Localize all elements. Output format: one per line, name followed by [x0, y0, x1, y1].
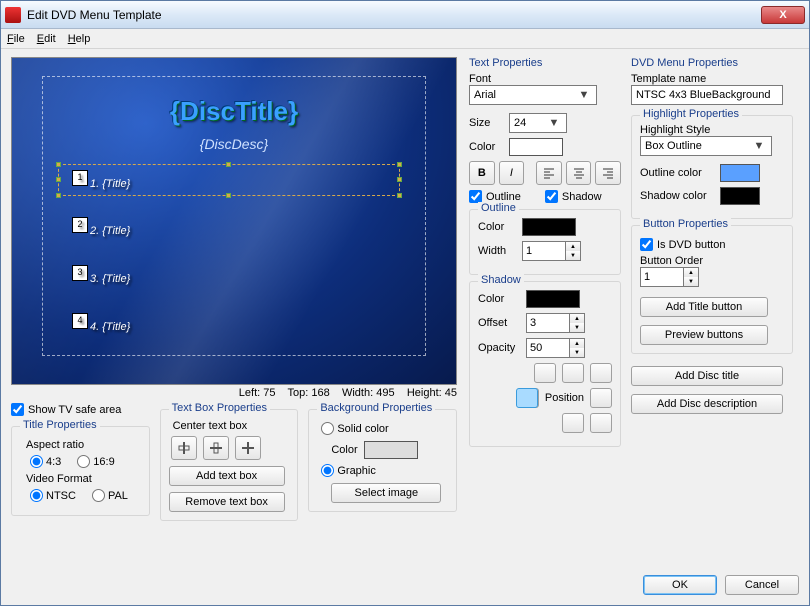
center-h-button[interactable] — [171, 436, 197, 460]
title-item-2[interactable]: 22. {Title} — [72, 217, 130, 239]
preview-canvas[interactable]: {DiscTitle} {DiscDesc} 11. {Title}1. {Ti… — [11, 57, 457, 385]
bold-button[interactable]: B — [469, 161, 495, 185]
bg-solid-radio[interactable]: Solid color — [321, 422, 448, 435]
preview-buttons-button[interactable]: Preview buttons — [640, 325, 768, 345]
pos-tc[interactable] — [562, 363, 584, 383]
size-combo[interactable]: 24▼ — [509, 113, 567, 133]
button-order-spinner[interactable]: ▲▼ — [640, 267, 784, 287]
align-left-button[interactable] — [536, 161, 562, 185]
window: Edit DVD Menu Template X File Edit Help … — [0, 0, 810, 606]
select-image-button[interactable]: Select image — [331, 483, 441, 503]
disc-title[interactable]: {DiscTitle} — [170, 96, 298, 127]
aspect-43-radio[interactable]: 4:3 — [30, 455, 61, 468]
font-combo[interactable]: Arial▼ — [469, 85, 597, 105]
outline-color-swatch[interactable] — [522, 218, 576, 236]
title-item-4[interactable]: 44. {Title} — [72, 313, 130, 335]
bg-graphic-radio[interactable]: Graphic — [321, 464, 448, 477]
highlight-style-combo[interactable]: Box Outline▼ — [640, 136, 772, 156]
title-properties-legend: Title Properties — [20, 419, 100, 431]
title-item-1[interactable]: 11. {Title}1. {Title} — [72, 170, 130, 192]
align-center-button[interactable] — [566, 161, 592, 185]
align-right-button[interactable] — [595, 161, 621, 185]
title-item-3[interactable]: 33. {Title} — [72, 265, 130, 287]
pos-mr[interactable] — [590, 388, 612, 408]
coords-readout: Left: 75 Top: 168 Width: 495 Height: 45 — [11, 387, 457, 399]
shadow-checkbox[interactable]: Shadow — [545, 190, 602, 203]
pos-tr[interactable] — [590, 363, 612, 383]
menubar: File Edit Help — [1, 29, 809, 49]
window-title: Edit DVD Menu Template — [27, 8, 761, 22]
template-name-input[interactable] — [631, 85, 783, 105]
titlebar: Edit DVD Menu Template X — [1, 1, 809, 29]
menu-edit[interactable]: Edit — [37, 33, 56, 45]
show-tv-safe-checkbox[interactable]: Show TV safe area — [11, 403, 150, 416]
ok-button[interactable]: OK — [643, 575, 717, 595]
shadow-opacity-spinner[interactable]: ▲▼ — [526, 338, 585, 358]
textbox-props-legend: Text Box Properties — [169, 402, 270, 414]
center-v-button[interactable] — [203, 436, 229, 460]
is-dvd-button-checkbox[interactable]: Is DVD button — [640, 238, 784, 251]
center-both-button[interactable] — [235, 436, 261, 460]
menu-help[interactable]: Help — [68, 33, 91, 45]
italic-button[interactable]: I — [499, 161, 525, 185]
shadow-color-swatch[interactable] — [526, 290, 580, 308]
add-disc-title-button[interactable]: Add Disc title — [631, 366, 783, 386]
pal-radio[interactable]: PAL — [92, 489, 128, 502]
bg-color-swatch[interactable] — [364, 441, 418, 459]
highlight-shadow-color-swatch[interactable] — [720, 187, 760, 205]
dvdprops-legend: DVD Menu Properties — [631, 57, 793, 69]
footer: OK Cancel — [1, 575, 809, 605]
close-button[interactable]: X — [761, 6, 805, 24]
add-textbox-button[interactable]: Add text box — [169, 466, 285, 486]
app-icon — [5, 7, 21, 23]
ntsc-radio[interactable]: NTSC — [30, 489, 76, 502]
highlight-outline-color-swatch[interactable] — [720, 164, 760, 182]
cancel-button[interactable]: Cancel — [725, 575, 799, 595]
text-color-swatch[interactable] — [509, 138, 563, 156]
bgprops-legend: Background Properties — [317, 402, 435, 414]
add-disc-desc-button[interactable]: Add Disc description — [631, 394, 783, 414]
content: {DiscTitle} {DiscDesc} 11. {Title}1. {Ti… — [1, 49, 809, 575]
chevron-down-icon: ▼ — [576, 89, 592, 101]
textprops-legend: Text Properties — [469, 57, 621, 69]
outline-width-spinner[interactable]: ▲▼ — [522, 241, 581, 261]
pos-br[interactable] — [516, 388, 538, 408]
pos-bl[interactable] — [562, 413, 584, 433]
aspect-169-radio[interactable]: 16:9 — [77, 455, 114, 468]
chevron-down-icon: ▼ — [751, 140, 767, 152]
chevron-down-icon: ▼ — [546, 117, 562, 129]
menu-file[interactable]: File — [7, 33, 25, 45]
remove-textbox-button[interactable]: Remove text box — [169, 492, 285, 512]
pos-tl[interactable] — [534, 363, 556, 383]
disc-desc[interactable]: {DiscDesc} — [200, 136, 268, 152]
pos-bc[interactable] — [590, 413, 612, 433]
shadow-offset-spinner[interactable]: ▲▼ — [526, 313, 585, 333]
add-title-button[interactable]: Add Title button — [640, 297, 768, 317]
